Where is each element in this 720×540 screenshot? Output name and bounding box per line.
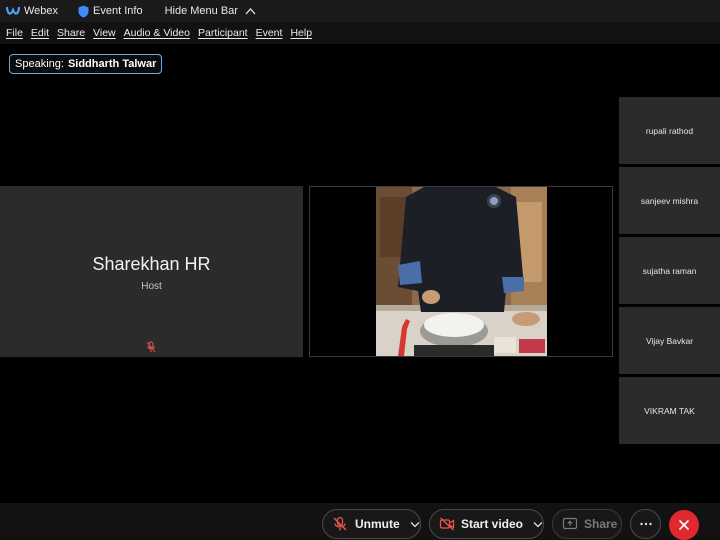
hide-menu-bar-label: Hide Menu Bar [164,5,238,17]
speaking-badge: Speaking: Siddharth Talwar [9,54,163,74]
title-bar: Webex Event Info Hide Menu Bar [0,0,720,22]
menu-view[interactable]: View [89,27,120,39]
share-button[interactable]: Share [552,509,622,539]
menu-participant[interactable]: Participant [194,27,252,39]
share-screen-icon [562,517,578,530]
event-info-label: Event Info [93,5,143,17]
menu-edit[interactable]: Edit [27,27,53,39]
video-off-icon [439,517,455,531]
mic-muted-icon [333,516,347,531]
unmute-button[interactable]: Unmute [322,509,421,539]
host-role: Host [141,281,162,292]
participant-tile[interactable]: sujatha raman [619,237,720,304]
speaker-video-tile[interactable] [309,186,613,357]
muted-mic-icon [146,341,156,353]
active-speaker-name: Siddharth Talwar [67,58,157,70]
start-video-button[interactable]: Start video [429,509,544,539]
participant-tile[interactable]: Vijay Bavkar [619,307,720,374]
participant-tile[interactable]: sanjeev mishra [619,167,720,234]
chevron-up-icon [245,8,256,15]
more-options-button[interactable] [630,509,661,539]
chevron-down-icon[interactable] [533,521,543,528]
app-name: Webex [24,5,59,17]
host-video-tile[interactable]: Sharekhan HR Host [0,186,303,357]
host-name: Sharekhan HR [92,254,211,274]
chevron-down-icon[interactable] [410,521,420,528]
menu-file[interactable]: File [2,27,27,39]
menu-event[interactable]: Event [252,27,287,39]
participant-name: VIKRAM TAK [644,405,695,416]
participant-tile[interactable]: rupali rathod [619,97,720,164]
meeting-controls-bar: Unmute Start video Share [0,503,720,540]
close-icon [678,519,690,531]
participant-tile[interactable]: VIKRAM TAK [619,377,720,444]
start-video-label: Start video [461,517,524,531]
app-title: Webex [0,0,64,22]
video-feed-image [376,187,547,356]
speaking-label: Speaking: [15,58,64,70]
event-info-button[interactable]: Event Info [72,0,149,22]
participant-name: sanjeev mishra [640,195,699,206]
participant-name: Vijay Bavkar [645,335,694,346]
more-icon [639,522,652,526]
menu-audio-video[interactable]: Audio & Video [120,27,194,39]
hide-menu-bar-button[interactable]: Hide Menu Bar [159,0,262,22]
participant-name: rupali rathod [645,125,694,136]
unmute-label: Unmute [355,517,400,531]
leave-meeting-button[interactable] [669,510,699,540]
menu-share[interactable]: Share [53,27,89,39]
menu-help[interactable]: Help [286,27,316,39]
participant-name: sujatha raman [642,265,697,276]
share-label: Share [584,517,618,531]
webex-logo-icon [6,6,20,15]
menu-bar: File Edit Share View Audio & Video Parti… [0,22,720,44]
shield-icon [78,5,89,17]
